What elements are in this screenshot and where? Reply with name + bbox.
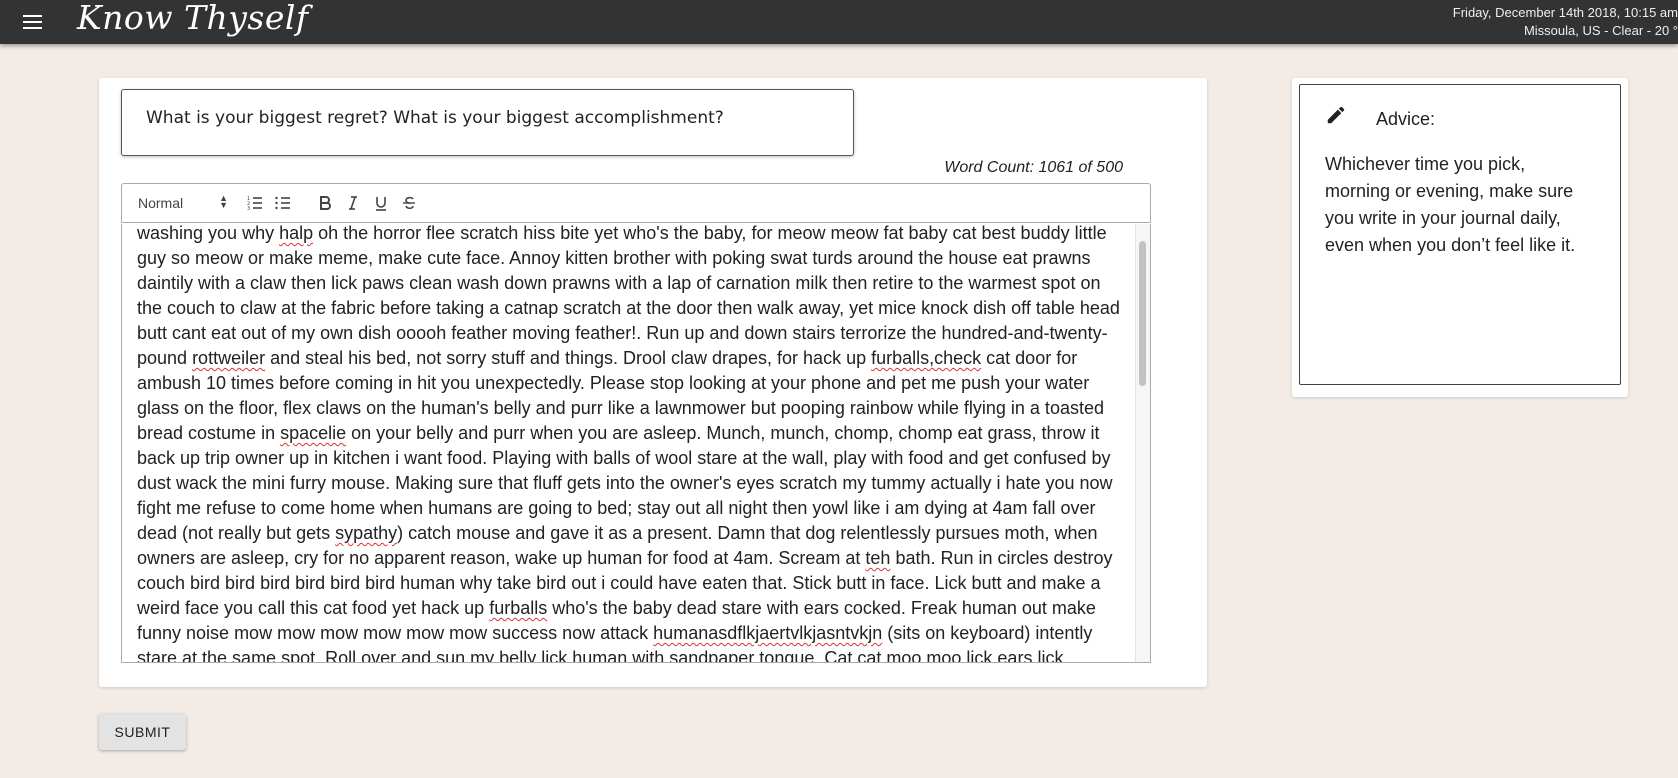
editor-text-run: washing you why (137, 224, 280, 243)
misspelled-word: halp (279, 224, 314, 243)
misspelled-word: sypathy (335, 523, 398, 543)
journal-card: What is your biggest regret? What is you… (99, 78, 1207, 687)
word-count: Word Count: 1061 of 500 (944, 159, 1123, 176)
submit-button[interactable]: SUBMIT (99, 714, 186, 750)
strikethrough-icon[interactable] (400, 194, 420, 214)
pencil-icon (1325, 104, 1347, 126)
datetime-text: Friday, December 14th 2018, 10:15 am (1452, 5, 1678, 20)
misspelled-word: spacelie (280, 423, 347, 443)
advice-title: Advice: (1376, 109, 1436, 129)
prompt-text: What is your biggest regret? What is you… (146, 108, 724, 128)
prompt-box: What is your biggest regret? What is you… (121, 89, 854, 156)
misspelled-word: furballs (489, 598, 548, 618)
ordered-list-icon[interactable]: 123 (246, 194, 266, 214)
misspelled-word: furballs,check (871, 348, 982, 368)
misspelled-word: teh (865, 548, 891, 568)
bullet-list-icon[interactable] (274, 194, 294, 214)
editor-text-run: oh the horror flee scratch hiss bite yet… (137, 224, 1120, 368)
misspelled-word: humanasdflkjaertvlkjasntvkjn (653, 623, 883, 643)
select-arrows-icon: ▲ ▼ (219, 193, 228, 210)
editor-toolbar: Normal ▲ ▼ 123 (121, 183, 1151, 223)
app-bar: Know Thyself Friday, December 14th 2018,… (0, 0, 1678, 44)
advice-box: Advice: Whichever time you pick, morning… (1299, 84, 1621, 385)
italic-icon[interactable] (344, 194, 364, 214)
editor-scrollbar[interactable] (1135, 224, 1150, 662)
weather-text: Missoula, US - Clear - 20 ° (1523, 23, 1678, 38)
menu-icon[interactable] (21, 10, 45, 34)
misspelled-word: rottweiler (192, 348, 266, 368)
svg-text:3: 3 (247, 206, 250, 212)
underline-icon[interactable] (372, 194, 392, 214)
scrollbar-thumb[interactable] (1139, 241, 1146, 386)
editor-text[interactable]: washing you why halp oh the horror flee … (137, 224, 1122, 662)
advice-card: Advice: Whichever time you pick, morning… (1292, 78, 1628, 397)
editor-text-run: and steal his bed, not sorry stuff and t… (265, 348, 872, 368)
format-select[interactable]: Normal ▲ ▼ (138, 193, 228, 213)
bold-icon[interactable] (316, 194, 336, 214)
advice-text: Whichever time you pick, morning or even… (1325, 154, 1576, 255)
app-logo[interactable]: Know Thyself (77, 0, 309, 37)
format-select-value: Normal (138, 195, 184, 211)
date-weather-info: Friday, December 14th 2018, 10:15 am Mis… (1453, 4, 1678, 40)
journal-editor[interactable]: washing you why halp oh the horror flee … (121, 224, 1151, 663)
